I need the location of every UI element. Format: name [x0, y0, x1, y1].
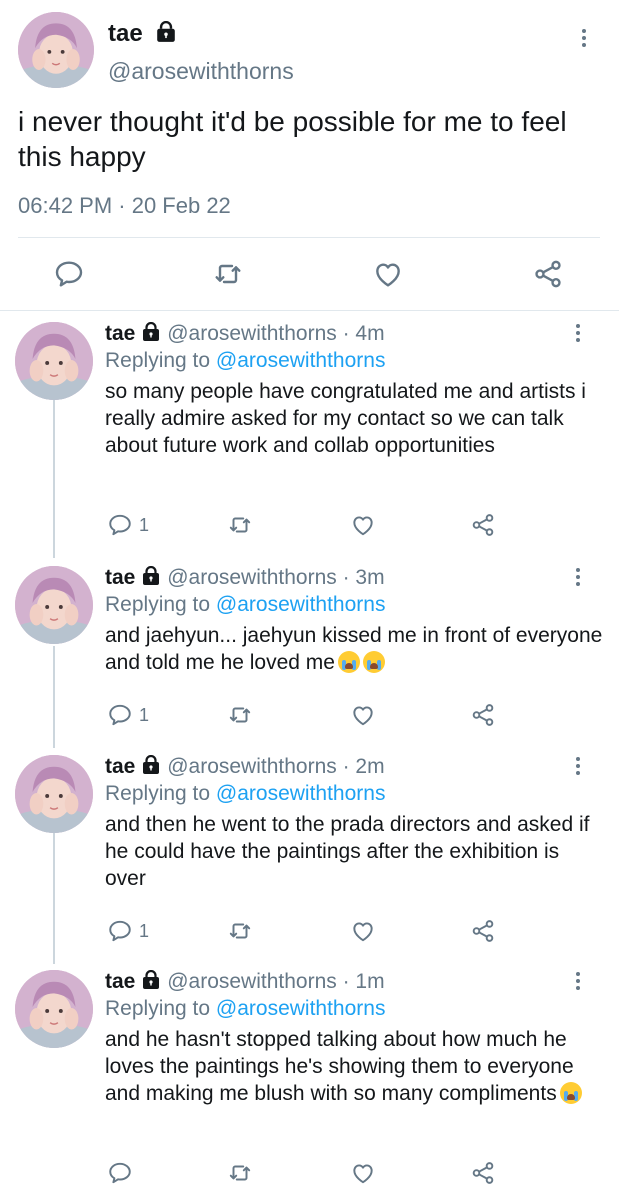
tweet-text: and jaehyun... jaehyun kissed me in fron…	[105, 622, 605, 676]
avatar[interactable]	[15, 755, 93, 833]
display-name[interactable]: tae	[105, 566, 135, 589]
display-name[interactable]: tae	[105, 322, 135, 345]
reply-button[interactable]: 1	[107, 512, 149, 538]
tweet-header: tae @arosewiththorns · 2m	[105, 755, 385, 779]
tweet-text-content: and he hasn't stopped talking about how …	[105, 1028, 574, 1105]
avatar[interactable]	[15, 566, 93, 644]
like-icon[interactable]	[350, 1160, 376, 1186]
main-tweet: tae @arosewiththorns i never thought it'…	[0, 0, 619, 312]
divider	[0, 310, 619, 311]
share-icon[interactable]	[532, 258, 564, 290]
reply-icon[interactable]	[53, 258, 85, 290]
replying-to: Replying to @arosewiththorns	[105, 349, 385, 373]
reply-button[interactable]: 1	[107, 918, 149, 944]
retweet-icon[interactable]	[212, 258, 244, 290]
display-name[interactable]: tae	[108, 20, 177, 48]
replying-to: Replying to @arosewiththorns	[105, 997, 385, 1021]
display-name-text: tae	[108, 20, 143, 47]
tweet-text: and he hasn't stopped talking about how …	[105, 1026, 605, 1107]
more-options-icon[interactable]	[575, 324, 581, 342]
retweet-icon[interactable]	[227, 512, 253, 538]
replying-label: Replying to	[105, 349, 216, 372]
reply-count: 1	[139, 704, 150, 725]
like-icon[interactable]	[350, 512, 376, 538]
handle-and-time[interactable]: @arosewiththorns · 1m	[167, 970, 384, 993]
reply-icon	[107, 512, 133, 538]
tweet-header: tae @arosewiththorns · 1m	[105, 970, 385, 994]
display-name[interactable]: tae	[105, 755, 135, 778]
avatar[interactable]	[15, 970, 93, 1048]
lock-icon	[141, 322, 161, 342]
replying-to: Replying to @arosewiththorns	[105, 782, 385, 806]
avatar-image	[15, 566, 93, 644]
lock-icon	[141, 755, 161, 775]
more-options-icon[interactable]	[575, 972, 581, 990]
replying-to-link[interactable]: @arosewiththorns	[216, 593, 386, 616]
retweet-icon[interactable]	[227, 918, 253, 944]
reply-icon	[107, 918, 133, 944]
retweet-icon[interactable]	[227, 1160, 253, 1186]
replying-to: Replying to @arosewiththorns	[105, 593, 385, 617]
loudly-crying-face-icon	[362, 651, 385, 673]
handle-and-time[interactable]: @arosewiththorns · 3m	[167, 566, 384, 589]
reply-button[interactable]	[107, 1160, 133, 1186]
reply-count: 1	[139, 514, 150, 535]
replying-to-link[interactable]: @arosewiththorns	[216, 349, 386, 372]
reply-tweet[interactable]: tae @arosewiththorns · 4m Replying to @a…	[0, 322, 619, 552]
replying-to-link[interactable]: @arosewiththorns	[216, 782, 386, 805]
avatar-image	[15, 970, 93, 1048]
like-icon[interactable]	[350, 702, 376, 728]
reply-tweet[interactable]: tae @arosewiththorns · 3m Replying to @a…	[0, 566, 619, 742]
reply-icon	[107, 702, 133, 728]
more-options-icon[interactable]	[575, 757, 581, 775]
retweet-icon[interactable]	[227, 702, 253, 728]
display-name[interactable]: tae	[105, 970, 135, 993]
lock-icon	[155, 21, 177, 43]
share-icon[interactable]	[470, 1160, 496, 1186]
tweet-header: tae @arosewiththorns · 4m	[105, 322, 385, 346]
like-icon[interactable]	[372, 258, 404, 290]
avatar-image	[18, 12, 94, 88]
avatar-image	[15, 755, 93, 833]
avatar[interactable]	[15, 322, 93, 400]
reply-tweet[interactable]: tae @arosewiththorns · 2m Replying to @a…	[0, 755, 619, 955]
tweet-header: tae @arosewiththorns · 3m	[105, 566, 385, 590]
divider	[18, 237, 600, 238]
loudly-crying-face-icon	[337, 651, 360, 673]
avatar[interactable]	[18, 12, 94, 88]
replying-label: Replying to	[105, 997, 216, 1020]
reply-count: 1	[139, 920, 150, 941]
loudly-crying-face-icon	[559, 1082, 582, 1104]
tweet-text: so many people have congratulated me and…	[105, 380, 586, 457]
replying-label: Replying to	[105, 593, 216, 616]
lock-icon	[141, 566, 161, 586]
tweet-timestamp[interactable]: 06:42 PM · 20 Feb 22	[18, 193, 231, 219]
username-handle[interactable]: @arosewiththorns	[108, 58, 294, 85]
replying-label: Replying to	[105, 782, 216, 805]
reply-button[interactable]: 1	[107, 702, 149, 728]
more-options-icon[interactable]	[581, 29, 587, 47]
reply-icon	[107, 1160, 133, 1186]
more-options-icon[interactable]	[575, 568, 581, 586]
handle-and-time[interactable]: @arosewiththorns · 4m	[167, 322, 384, 345]
avatar-image	[15, 322, 93, 400]
replying-to-link[interactable]: @arosewiththorns	[216, 997, 386, 1020]
handle-and-time[interactable]: @arosewiththorns · 2m	[167, 755, 384, 778]
share-icon[interactable]	[470, 918, 496, 944]
tweet-text: i never thought it'd be possible for me …	[18, 106, 567, 172]
lock-icon	[141, 970, 161, 990]
like-icon[interactable]	[350, 918, 376, 944]
tweet-text: and then he went to the prada directors …	[105, 813, 590, 890]
share-icon[interactable]	[470, 702, 496, 728]
reply-tweet[interactable]: tae @arosewiththorns · 1m Replying to @a…	[0, 970, 619, 1198]
share-icon[interactable]	[470, 512, 496, 538]
